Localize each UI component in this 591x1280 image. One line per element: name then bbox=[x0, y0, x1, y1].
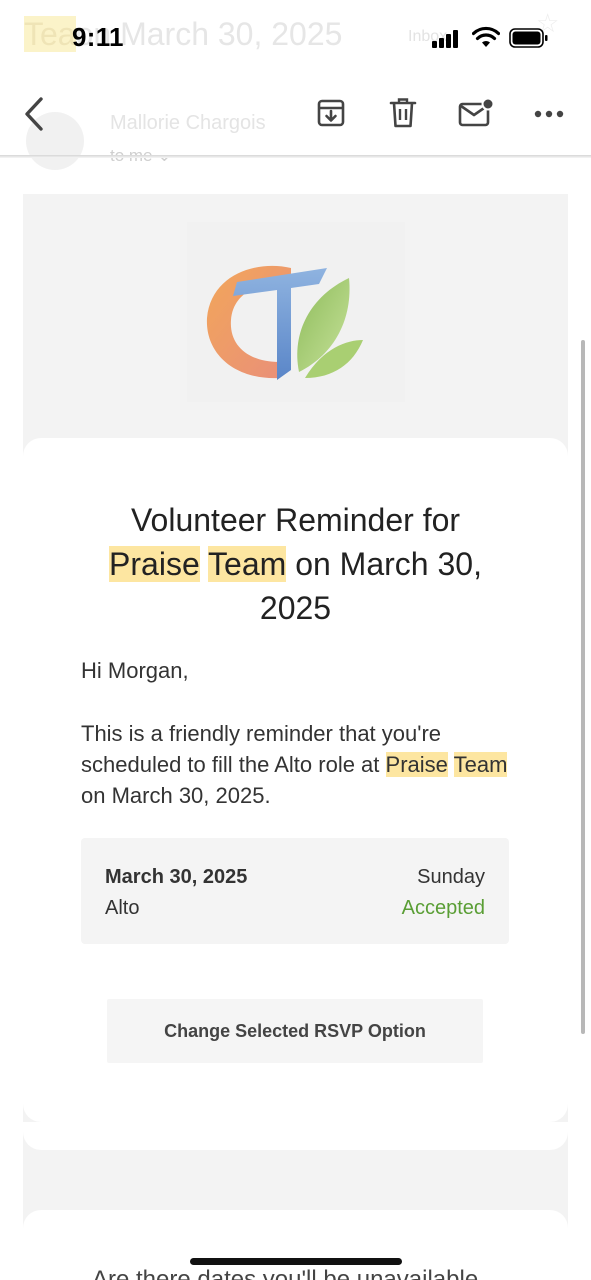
back-button[interactable] bbox=[18, 94, 50, 134]
cellular-signal-icon bbox=[432, 30, 462, 48]
status-time: 9:11 bbox=[72, 22, 124, 52]
title-highlight-team: Team bbox=[208, 546, 287, 582]
status-bar: 9:11 bbox=[0, 0, 591, 72]
mail-unread-icon bbox=[458, 98, 494, 127]
toolbar-divider bbox=[0, 155, 591, 158]
schedule-detail-box: March 30, 2025 Alto Sunday Accepted bbox=[81, 838, 509, 944]
email-body: Volunteer Reminder for Praise Team on Ma… bbox=[23, 194, 568, 1280]
mark-unread-button[interactable] bbox=[458, 96, 494, 130]
greeting: Hi Morgan, bbox=[81, 658, 189, 683]
rsvp-status-badge: Accepted bbox=[401, 897, 485, 919]
email-toolbar bbox=[0, 72, 591, 156]
archive-button[interactable] bbox=[314, 96, 348, 130]
church-logo-icon bbox=[206, 265, 363, 380]
schedule-date: March 30, 2025 bbox=[105, 866, 248, 888]
title-after: on March 30, bbox=[295, 546, 482, 582]
delete-button[interactable] bbox=[388, 96, 418, 130]
reminder-message: This is a friendly reminder that you're … bbox=[81, 718, 511, 811]
title-line3: 2025 bbox=[259, 590, 332, 626]
schedule-role: Alto bbox=[105, 897, 140, 919]
wifi-icon bbox=[472, 26, 500, 47]
more-options-button[interactable] bbox=[532, 104, 566, 124]
email-title: Volunteer Reminder for Praise Team on Ma… bbox=[63, 498, 528, 630]
title-highlight-praise: Praise bbox=[109, 546, 200, 582]
body-highlight-team: Team bbox=[453, 752, 508, 777]
body-post: on March 30, 2025. bbox=[81, 783, 271, 808]
organization-logo bbox=[187, 222, 405, 402]
schedule-day: Sunday bbox=[417, 866, 485, 888]
unavailable-dates-heading: Are there dates you'll be unavailable bbox=[92, 1266, 479, 1280]
archive-icon bbox=[317, 99, 345, 127]
battery-icon bbox=[509, 28, 548, 48]
change-rsvp-button[interactable]: Change Selected RSVP Option bbox=[107, 999, 483, 1063]
card-footer-strip bbox=[23, 1122, 568, 1150]
chevron-left-icon bbox=[25, 97, 43, 131]
home-indicator[interactable] bbox=[190, 1258, 402, 1265]
body-highlight-praise: Praise bbox=[385, 752, 448, 777]
scrollbar[interactable] bbox=[581, 340, 585, 1034]
trash-icon bbox=[389, 98, 417, 128]
title-line1: Volunteer Reminder for bbox=[130, 502, 461, 538]
more-horizontal-icon bbox=[534, 110, 564, 118]
